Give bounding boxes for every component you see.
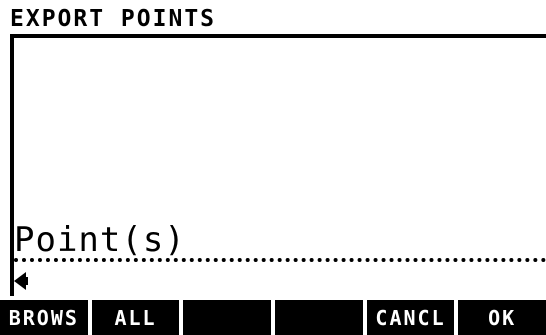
left-arrow-icon-tail: [24, 277, 28, 285]
softkey-brows[interactable]: BROWS: [0, 300, 88, 335]
softkey-all[interactable]: ALL: [91, 300, 180, 335]
softkey-empty-3[interactable]: [183, 300, 272, 335]
title-underline: [10, 34, 546, 38]
calculator-screen: EXPORT POINTS Point(s) BROWS ALL CANCL O…: [0, 0, 546, 335]
points-field-label: Point(s): [14, 220, 186, 260]
softkey-bar: BROWS ALL CANCL OK: [0, 300, 546, 335]
points-input-line[interactable]: [14, 258, 546, 262]
page-title: EXPORT POINTS: [10, 6, 217, 32]
softkey-ok[interactable]: OK: [458, 300, 546, 335]
softkey-cancl[interactable]: CANCL: [366, 300, 455, 335]
softkey-empty-4[interactable]: [275, 300, 363, 335]
